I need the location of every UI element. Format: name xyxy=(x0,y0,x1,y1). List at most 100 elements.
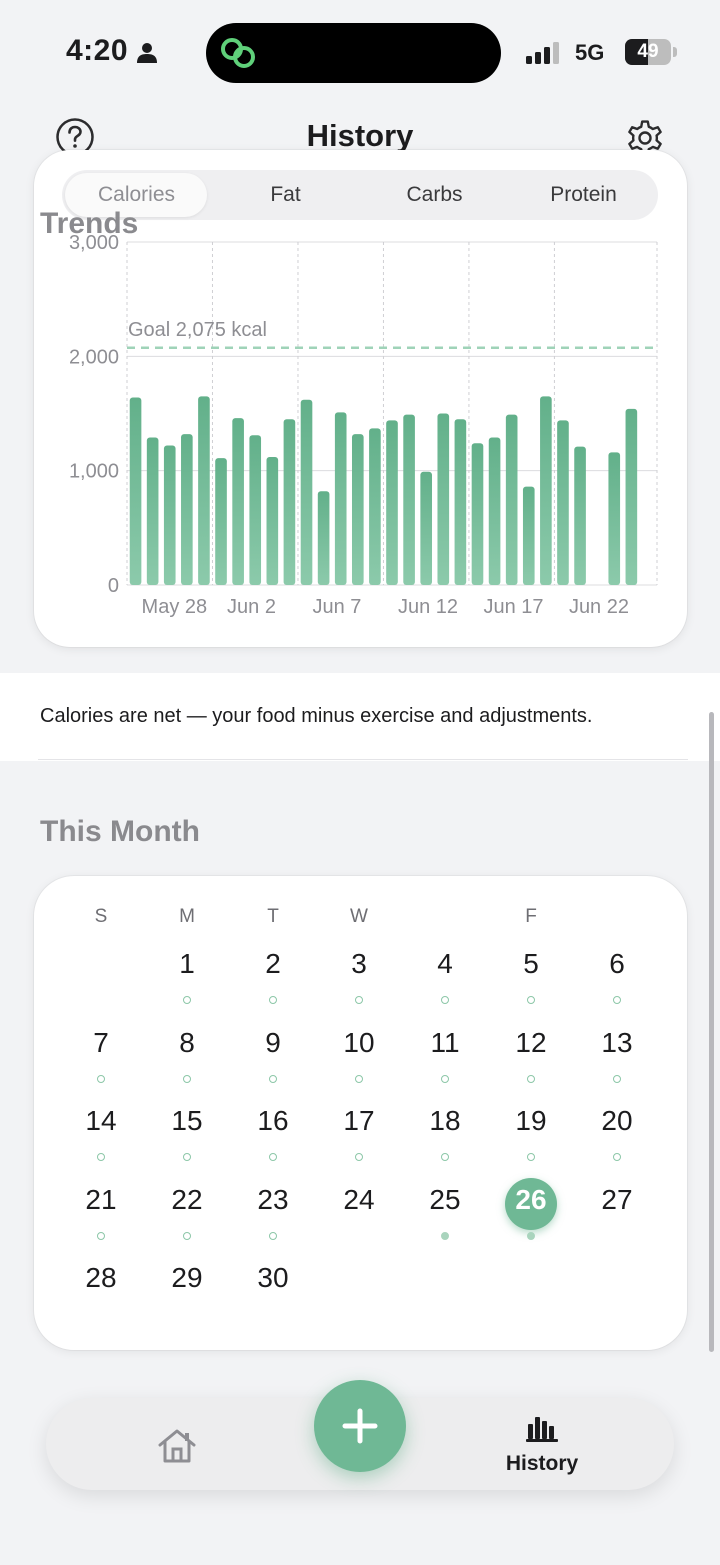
day-number: 22 xyxy=(171,1184,203,1215)
y-tick-label: 1,000 xyxy=(69,461,119,483)
page-title: History xyxy=(306,118,414,153)
day-number: 3 xyxy=(351,948,367,979)
day-status-dot xyxy=(97,1232,105,1240)
tab-fat[interactable]: Fat xyxy=(211,170,360,220)
person-icon xyxy=(137,43,157,63)
calendar-day-1[interactable]: 1 xyxy=(154,948,220,1014)
y-tick-label: 2,000 xyxy=(69,346,119,368)
calendar-day-13[interactable]: 13 xyxy=(584,1027,650,1093)
day-number: 10 xyxy=(343,1027,375,1058)
day-number: 25 xyxy=(429,1184,461,1215)
status-bar: 4:20 5G 49 xyxy=(0,0,720,100)
day-number: 11 xyxy=(430,1027,460,1058)
tab-history-label: History xyxy=(505,1452,579,1475)
chart-bar xyxy=(334,412,347,585)
calendar-day-9[interactable]: 9 xyxy=(240,1027,306,1093)
day-number: 9 xyxy=(265,1027,281,1058)
day-number: 14 xyxy=(85,1105,117,1136)
weekday-label: S xyxy=(94,906,108,927)
calendar-day-18[interactable]: 18 xyxy=(412,1105,478,1171)
calendar-day-14[interactable]: 14 xyxy=(68,1105,134,1171)
day-number: 15 xyxy=(171,1105,203,1136)
calendar-day-24[interactable]: 24 xyxy=(326,1184,392,1250)
calendar-day-27[interactable]: 27 xyxy=(584,1184,650,1250)
day-status-dot xyxy=(613,1153,621,1161)
chart-bar xyxy=(403,414,415,585)
day-status-dot xyxy=(97,1153,105,1161)
y-tick-label: 3,000 xyxy=(69,232,119,254)
goal-label: Goal 2,075 kcal xyxy=(128,319,267,341)
calendar-day-5[interactable]: 5 xyxy=(498,948,564,1014)
day-number: 18 xyxy=(429,1105,461,1136)
logged-day-dot xyxy=(527,1232,535,1240)
chart-bar xyxy=(317,491,330,585)
calendar-day-15[interactable]: 15 xyxy=(154,1105,220,1171)
day-status-dot xyxy=(183,996,191,1004)
bar-chart-icon xyxy=(526,1417,558,1442)
calendar-day-22[interactable]: 22 xyxy=(154,1184,220,1250)
chart-bar xyxy=(608,452,621,585)
calendar-day-12[interactable]: 12 xyxy=(498,1027,564,1093)
x-tick-label: Jun 2 xyxy=(227,596,276,618)
scroll-indicator[interactable] xyxy=(709,712,714,1352)
calendar-day-19[interactable]: 19 xyxy=(498,1105,564,1171)
day-number: 17 xyxy=(343,1105,375,1136)
calendar-day-23[interactable]: 23 xyxy=(240,1184,306,1250)
calendar-day-20[interactable]: 20 xyxy=(584,1105,650,1171)
chart-bar xyxy=(505,414,518,585)
calendar-day-8[interactable]: 8 xyxy=(154,1027,220,1093)
calendar-day-7[interactable]: 7 xyxy=(68,1027,134,1093)
link-activity-icon xyxy=(221,38,255,68)
day-number: 26 xyxy=(515,1184,547,1215)
calendar-day-3[interactable]: 3 xyxy=(326,948,392,1014)
day-status-dot xyxy=(441,1153,449,1161)
calendar-day-2[interactable]: 2 xyxy=(240,948,306,1014)
tab-carbs[interactable]: Carbs xyxy=(360,170,509,220)
calendar-day-30[interactable]: 30 xyxy=(240,1262,306,1328)
chart-bar xyxy=(215,458,227,585)
chart-bar xyxy=(369,428,381,585)
tab-history[interactable]: History xyxy=(492,1415,592,1479)
chart-bar xyxy=(146,437,159,585)
chart-bar xyxy=(625,408,638,585)
home-icon[interactable] xyxy=(156,1428,198,1464)
day-status-dot xyxy=(355,996,363,1004)
day-number: 21 xyxy=(85,1184,117,1215)
day-status-dot xyxy=(527,1075,535,1083)
battery-level: 49 xyxy=(637,41,659,62)
calendar-day-25[interactable]: 25 xyxy=(412,1184,478,1250)
chart-bar xyxy=(420,471,433,585)
calories-bar-chart: 0 1,000 2,000 3,000 Goal 2,075 kcal May 28 Jun… xyxy=(69,232,658,618)
calendar-day-10[interactable]: 10 xyxy=(326,1027,392,1093)
day-number: 24 xyxy=(343,1184,375,1215)
day-number: 5 xyxy=(523,948,539,979)
add-entry-button[interactable] xyxy=(314,1380,406,1472)
chart-bar xyxy=(232,418,244,585)
calendar-day-28[interactable]: 28 xyxy=(68,1262,134,1328)
day-number: 6 xyxy=(609,948,625,979)
network-label: 5G xyxy=(575,40,605,65)
chart-bar xyxy=(522,486,535,585)
calendar-day-6[interactable]: 6 xyxy=(584,948,650,1014)
day-number: 7 xyxy=(93,1027,109,1058)
calendar-day-21[interactable]: 21 xyxy=(68,1184,134,1250)
day-status-dot xyxy=(613,996,621,1004)
chart-bar xyxy=(488,437,501,585)
day-status-dot xyxy=(527,996,535,1004)
calendar-day-17[interactable]: 17 xyxy=(326,1105,392,1171)
tab-protein[interactable]: Protein xyxy=(509,170,658,220)
calendar-day-16[interactable]: 16 xyxy=(240,1105,306,1171)
chart-bar xyxy=(351,434,364,585)
day-status-dot xyxy=(441,996,449,1004)
calendar-day-29[interactable]: 29 xyxy=(154,1262,220,1328)
x-tick-label: Jun 17 xyxy=(483,596,543,618)
day-number: 19 xyxy=(515,1105,547,1136)
weekday-label: T xyxy=(267,906,279,927)
chart-bar xyxy=(300,399,313,585)
day-status-dot xyxy=(441,1075,449,1083)
calendar-day-11[interactable]: 11 xyxy=(412,1027,478,1093)
calendar-day-4[interactable]: 4 xyxy=(412,948,478,1014)
chart-bar xyxy=(540,396,552,585)
chart-bar xyxy=(266,456,279,585)
calendar-day-26[interactable]: 26 xyxy=(498,1178,564,1250)
